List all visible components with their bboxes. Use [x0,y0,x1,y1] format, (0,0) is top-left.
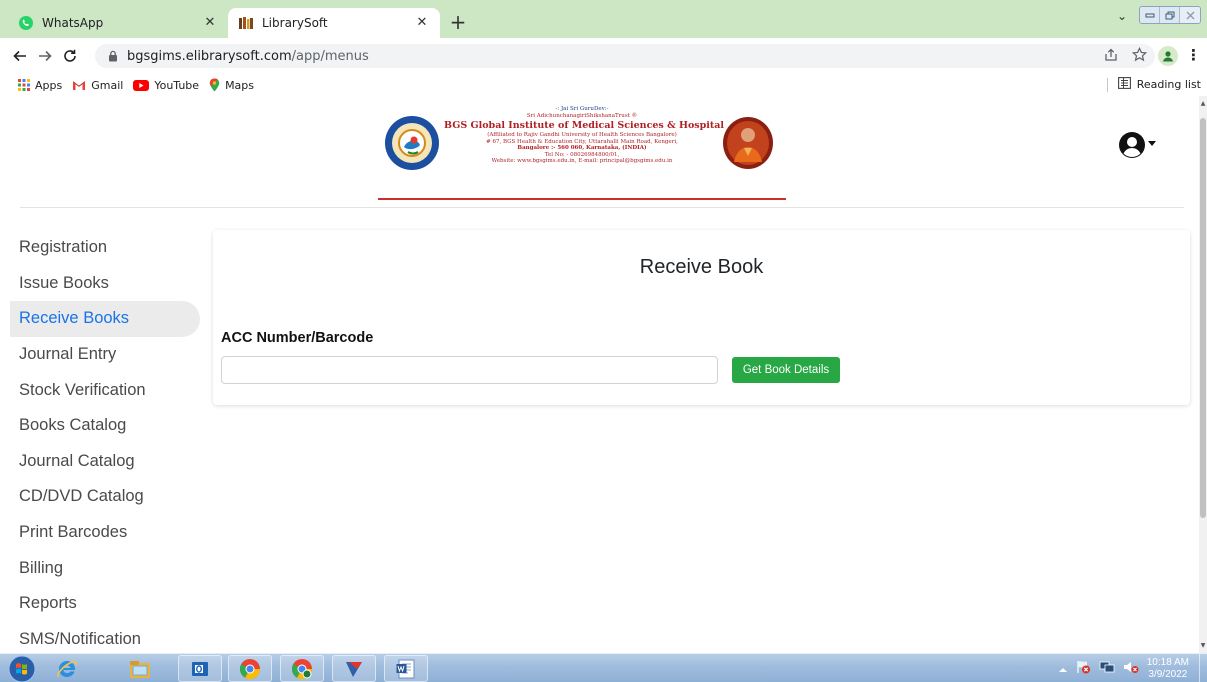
url-host: bgsgims.elibrarysoft.com [127,48,292,64]
acc-number-input[interactable] [221,356,718,384]
url-field[interactable]: bgsgims.elibrarysoft.com/app/menus [95,44,1155,68]
bookmark-label: YouTube [154,78,200,92]
file-explorer-icon[interactable] [118,655,162,682]
window-buttons [1139,6,1201,24]
address-bar: bgsgims.elibrarysoft.com/app/menus ⋮ [0,38,1207,74]
receive-book-card: Receive Book ACC Number/Barcode Get Book… [213,230,1190,405]
header-line: Sri AdichunchanagiriShikshanaTrust ® [526,113,638,119]
sidebar-item-journal-entry[interactable]: Journal Entry [10,337,200,373]
get-book-details-button[interactable]: Get Book Details [732,357,840,383]
close-icon[interactable]: ✕ [202,15,218,31]
divider [1106,77,1108,92]
sidebar-item-books-catalog[interactable]: Books Catalog [10,408,200,444]
sidebar-item-journal-catalog[interactable]: Journal Catalog [10,444,200,480]
forward-arrow-icon[interactable] [35,46,55,66]
clock-date: 3/9/2022 [1148,668,1188,680]
institute-name: BGS Global Institute of Medical Sciences… [444,120,725,131]
outlook-icon[interactable] [178,655,222,682]
youtube-icon [133,79,150,91]
show-desktop-button[interactable] [1199,654,1207,682]
browser-tab-bar: WhatsApp ✕ LibrarySoft ✕ + ⌄ [0,0,1207,38]
bookmark-label: Maps [225,78,255,92]
tab-librarysoft[interactable]: LibrarySoft ✕ [228,8,440,38]
bookmark-youtube[interactable]: YouTube [133,79,199,92]
chevron-down-icon [1148,140,1156,146]
chrome-icon[interactable] [228,655,272,682]
chrome-profile-icon[interactable] [280,655,324,682]
more-menu-icon[interactable]: ⋮ [1186,46,1201,66]
tab-whatsapp[interactable]: WhatsApp ✕ [8,8,228,38]
whatsapp-icon [18,15,34,31]
apps-grid-icon [18,79,30,91]
url-path: /app/menus [291,48,369,64]
clock-time: 10:18 AM [1146,656,1189,668]
tab-title: WhatsApp [42,16,104,30]
word-icon[interactable] [384,655,428,682]
scroll-down-icon[interactable]: ▼ [1199,642,1207,649]
divider [20,207,1184,208]
sidebar-item-receive-books[interactable]: Receive Books [10,301,200,337]
tray-up-arrow-icon[interactable] [1058,662,1067,676]
page-scrollbar[interactable]: ▲ ▼ [1199,96,1207,653]
sidebar-item-issue-books[interactable]: Issue Books [10,266,200,302]
sidebar-item-registration[interactable]: Registration [10,230,200,266]
reading-list-icon [1117,77,1131,92]
scrollbar-thumb[interactable] [1200,118,1206,518]
anydesk-icon[interactable] [332,655,376,682]
lock-icon [107,50,119,62]
sidebar-item-reports[interactable]: Reports [10,586,200,622]
bookmark-label: Gmail [91,78,124,92]
institute-details: -: Jai Sri GuruDev:- Sri Adichunchanagir… [444,106,725,165]
action-center-flag-icon[interactable] [1075,660,1091,677]
sidebar-item-stock-verification[interactable]: Stock Verification [10,372,200,408]
close-window-button[interactable] [1180,7,1200,23]
taskbar-clock[interactable]: 10:18 AM 3/9/2022 [1147,657,1189,681]
guru-portrait-icon [722,116,774,170]
start-button[interactable] [5,654,39,682]
close-icon[interactable]: ✕ [414,15,430,31]
bookmarks-bar: Apps Gmail YouTube Maps Reading list [0,74,1207,96]
institute-header: -: Jai Sri GuruDev:- Sri Adichunchanagir… [378,100,786,200]
reload-icon[interactable] [60,46,80,66]
minimize-button[interactable] [1140,7,1160,23]
share-icon[interactable] [1104,48,1118,65]
institute-logo-icon [384,114,440,172]
new-tab-button[interactable]: + [447,12,469,34]
tab-title: LibrarySoft [262,16,328,30]
scroll-up-icon[interactable]: ▲ [1199,100,1207,107]
page-content: -: Jai Sri GuruDev:- Sri Adichunchanagir… [0,96,1200,653]
user-menu-dropdown[interactable] [1118,131,1158,162]
books-icon [238,15,254,31]
restore-button[interactable] [1160,7,1180,23]
window-controls: ⌄ [1113,3,1201,27]
sidebar-item-print-barcodes[interactable]: Print Barcodes [10,515,200,551]
back-arrow-icon[interactable] [10,46,30,66]
reading-list[interactable]: Reading list [1106,77,1201,92]
sidebar-item-billing[interactable]: Billing [10,550,200,586]
volume-icon[interactable] [1123,660,1139,677]
maps-icon [209,78,220,92]
bookmark-gmail[interactable]: Gmail [72,79,123,92]
profile-avatar-icon[interactable] [1158,46,1178,66]
sidebar-menu: Registration Issue Books Receive Books J… [10,230,200,653]
sidebar-item-cd-dvd-catalog[interactable]: CD/DVD Catalog [10,479,200,515]
sidebar-item-sms-notification[interactable]: SMS/Notification [10,622,200,653]
network-icon[interactable] [1099,660,1115,677]
bookmark-maps[interactable]: Maps [209,78,254,92]
user-circle-icon [1118,131,1146,162]
chevron-down-icon[interactable]: ⌄ [1113,9,1131,27]
internet-explorer-icon[interactable] [45,655,89,682]
header-line: -: Jai Sri GuruDev:- [555,106,609,112]
bookmark-apps[interactable]: Apps [18,79,62,92]
header-line: Website: www.bgsgims.edu.in, E-mail: pri… [491,158,673,164]
omnibox-actions [1104,46,1148,65]
page-title: Receive Book [639,256,764,278]
windows-taskbar: 10:18 AM 3/9/2022 [0,653,1207,682]
star-icon[interactable] [1131,46,1148,65]
gmail-icon [72,80,86,91]
bookmark-label: Apps [35,78,63,92]
acc-number-label: ACC Number/Barcode [221,330,374,346]
system-tray: 10:18 AM 3/9/2022 [1058,654,1189,682]
reading-list-label: Reading list [1136,78,1201,91]
